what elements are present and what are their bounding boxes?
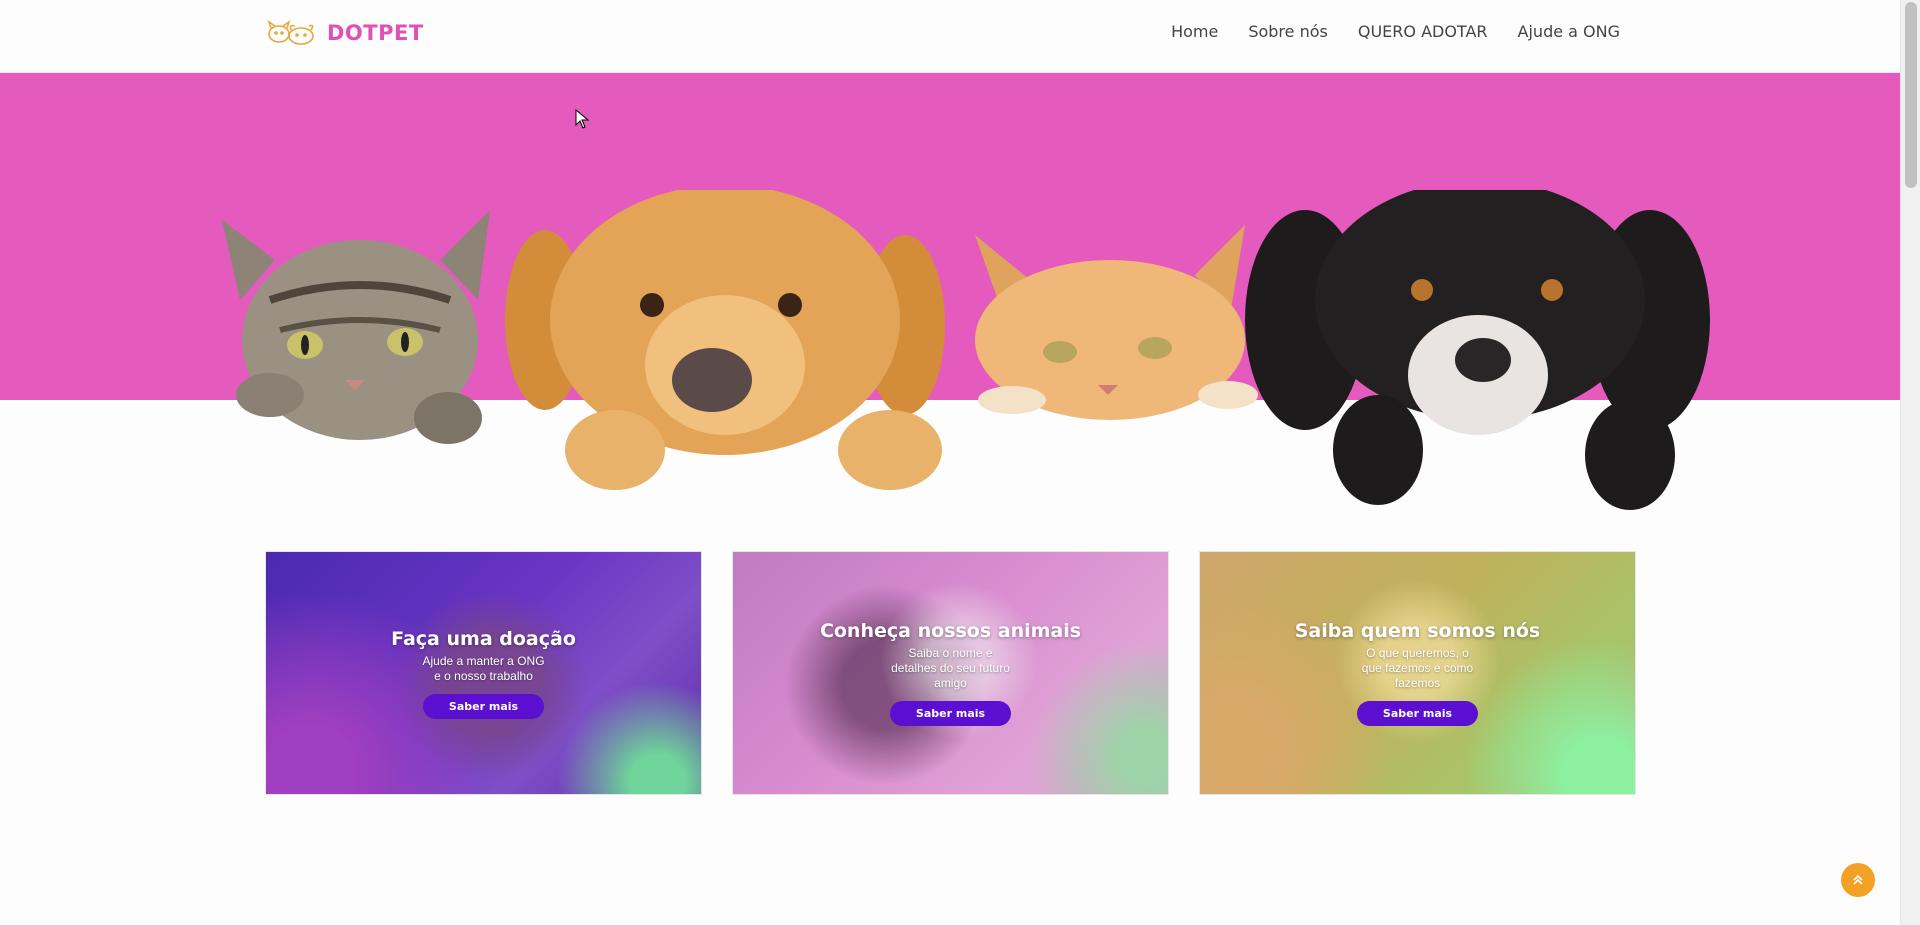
card-doacao: Faça uma doação Ajude a manter a ONG e o… bbox=[265, 551, 702, 795]
card-text: Saiba o nome e detalhes do seu futuro am… bbox=[891, 646, 1010, 690]
saber-mais-button[interactable]: Saber mais bbox=[1356, 701, 1479, 726]
main-nav: Home Sobre nós QUERO ADOTAR Ajude a ONG bbox=[1171, 22, 1620, 41]
hero-pets-image bbox=[222, 190, 1710, 510]
tabby-cat bbox=[222, 210, 490, 444]
card-text: O que queremos, o que fazemos e como faz… bbox=[1361, 646, 1474, 690]
card-title: Saiba quem somos nós bbox=[1294, 620, 1541, 642]
orange-cat bbox=[975, 225, 1258, 420]
saber-mais-button[interactable]: Saber mais bbox=[422, 693, 545, 719]
pets-logo-icon bbox=[265, 18, 321, 48]
card-animais: Conheça nossos animais Saiba o nome e de… bbox=[732, 551, 1169, 795]
card-title: Conheça nossos animais bbox=[819, 620, 1082, 642]
site-header: DOTPET Home Sobre nós QUERO ADOTAR Ajude… bbox=[0, 0, 1900, 73]
nav-quero-adotar[interactable]: QUERO ADOTAR bbox=[1358, 22, 1488, 41]
golden-retriever bbox=[505, 190, 945, 490]
saber-mais-button[interactable]: Saber mais bbox=[889, 701, 1012, 726]
back-to-top-button[interactable] bbox=[1841, 863, 1875, 897]
nav-ajude-a-ong[interactable]: Ajude a ONG bbox=[1518, 22, 1620, 41]
page-scrollbar[interactable] bbox=[1900, 0, 1920, 925]
brand-name: DOTPET bbox=[327, 21, 424, 45]
double-chevron-up-icon bbox=[1852, 874, 1864, 886]
scrollbar-thumb[interactable] bbox=[1905, 2, 1917, 188]
card-quem-somos: Saiba quem somos nós O que queremos, o q… bbox=[1199, 551, 1636, 795]
nav-home[interactable]: Home bbox=[1171, 22, 1218, 41]
brand-logo[interactable]: DOTPET bbox=[265, 18, 424, 48]
nav-sobre-nos[interactable]: Sobre nós bbox=[1248, 22, 1328, 41]
mouse-cursor-icon bbox=[575, 109, 589, 129]
card-text: Ajude a manter a ONG e o nosso trabalho bbox=[422, 653, 545, 683]
card-title: Faça uma doação bbox=[391, 627, 576, 650]
black-white-dog bbox=[1245, 190, 1710, 510]
